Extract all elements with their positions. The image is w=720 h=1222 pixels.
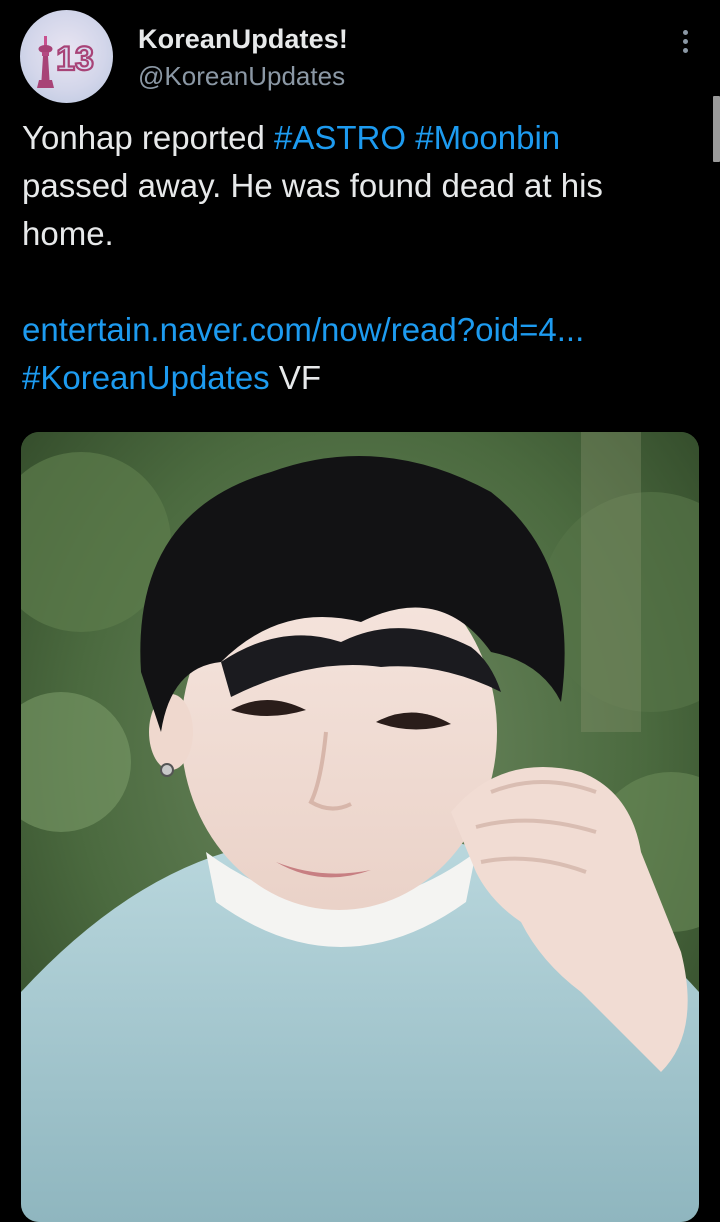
- hashtag-astro-link[interactable]: #ASTRO: [274, 119, 406, 156]
- tweet-line-hashtag: #KoreanUpdates VF: [22, 354, 702, 402]
- avatar-text: 13: [56, 40, 94, 78]
- tweet-paragraph-gap: [22, 258, 702, 306]
- tweet-line-3: home.: [22, 215, 114, 252]
- tweet-suffix: VF: [269, 359, 322, 396]
- avatar-logo: 13: [37, 36, 95, 88]
- tweet-line-2: passed away. He was found dead at his: [22, 167, 603, 204]
- tower-icon: [37, 36, 54, 88]
- scrollbar[interactable]: [713, 96, 720, 162]
- tweet-header: 13 KoreanUpdates! @KoreanUpdates: [0, 0, 720, 110]
- tweet-line-1: Yonhap reported #ASTRO #Moonbin: [22, 114, 702, 162]
- tweet-media-image[interactable]: [21, 432, 699, 1222]
- portrait-photo: [21, 432, 699, 1222]
- article-link[interactable]: entertain.naver.com/now/read?oid=4...: [22, 306, 702, 354]
- tweet-text-space: [406, 119, 415, 156]
- tweet-text-segment: Yonhap reported: [22, 119, 274, 156]
- vertical-ellipsis-icon: [682, 29, 688, 35]
- display-name[interactable]: KoreanUpdates!: [138, 24, 348, 55]
- vertical-ellipsis-icon-dot: [682, 47, 688, 53]
- avatar[interactable]: 13: [20, 10, 113, 103]
- hashtag-koreanupdates-link[interactable]: #KoreanUpdates: [22, 359, 270, 396]
- vertical-ellipsis-icon-dot: [682, 38, 688, 44]
- hashtag-moonbin-link[interactable]: #Moonbin: [415, 119, 560, 156]
- tweet-text: Yonhap reported #ASTRO #Moonbin passed a…: [22, 114, 702, 402]
- account-handle[interactable]: @KoreanUpdates: [138, 61, 345, 92]
- more-options-button[interactable]: [670, 24, 700, 58]
